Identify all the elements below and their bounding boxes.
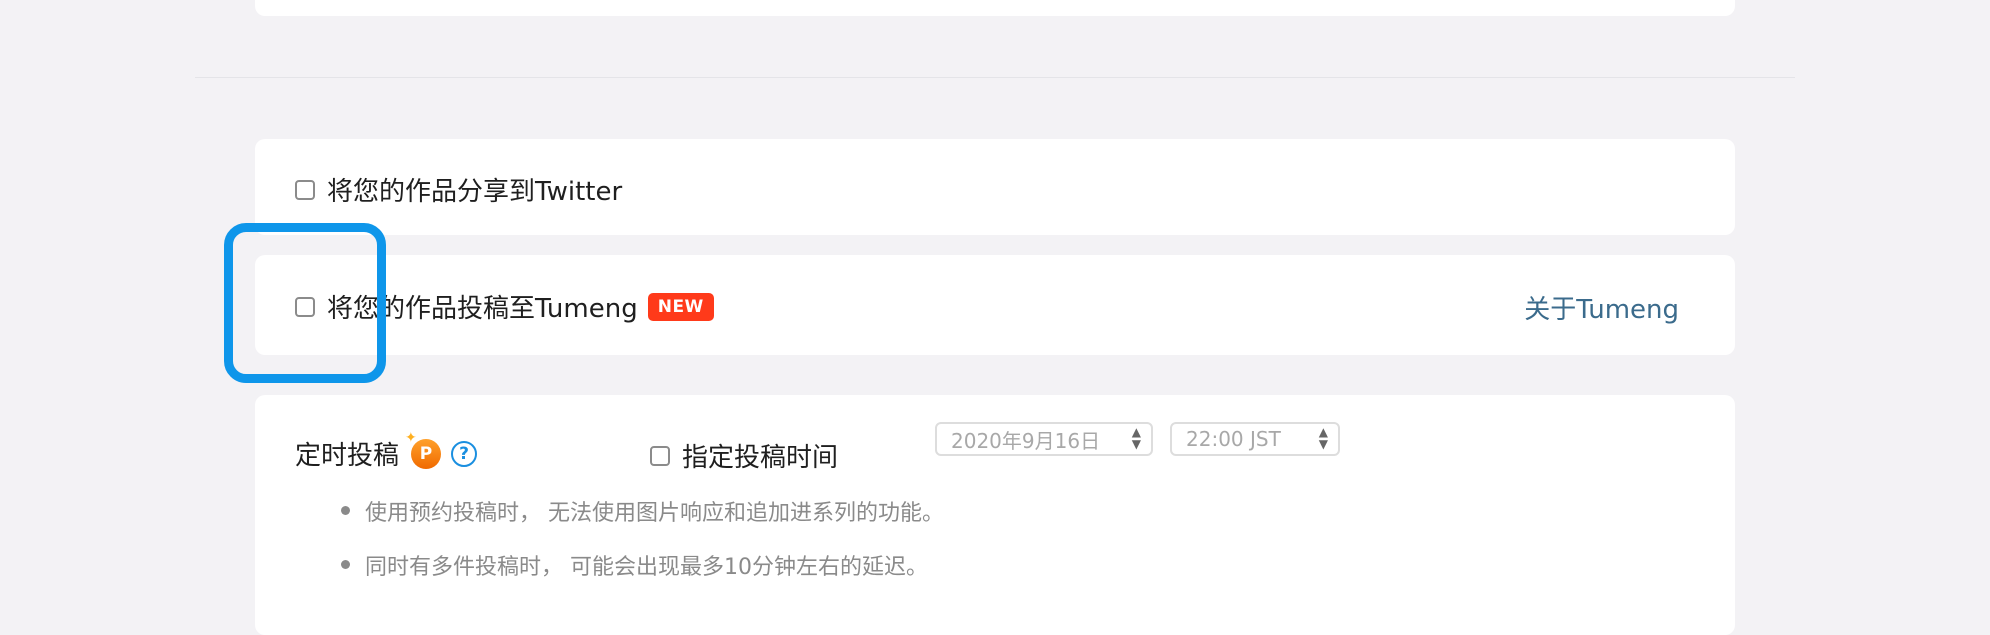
stepper-arrows-icon: ▲ ▼	[1131, 425, 1141, 451]
specify-time-checkbox[interactable]	[650, 445, 670, 466]
tumeng-submit-row: 将您的作品投稿至Tumeng NEW 关于Tumeng	[255, 255, 1735, 355]
tumeng-submit-option[interactable]: 将您的作品投稿至Tumeng NEW	[295, 288, 714, 325]
previous-section-card	[255, 0, 1735, 16]
twitter-share-checkbox[interactable]	[295, 179, 315, 200]
scheduled-post-heading: 定时投稿 ✦ P ?	[295, 430, 478, 472]
about-tumeng-link[interactable]: 关于Tumeng	[1524, 289, 1679, 326]
tumeng-submit-checkbox[interactable]	[295, 296, 315, 317]
specify-time-option[interactable]: 指定投稿时间	[650, 437, 838, 474]
sparkle-icon: ✦	[405, 429, 417, 446]
scheduled-post-section: 定时投稿 ✦ P ? 指定投稿时间 2020年9月16日 ▲ ▼ 22:00 JS…	[255, 395, 1735, 635]
new-badge: NEW	[647, 292, 714, 321]
scheduled-post-title: 定时投稿	[295, 441, 400, 471]
scheduled-post-notes: 使用预约投稿时， 无法使用图片响应和追加进系列的功能。 同时有多件投稿时， 可能…	[341, 495, 944, 603]
twitter-share-option[interactable]: 将您的作品分享到Twitter	[295, 171, 622, 208]
premium-icon: ✦ P	[405, 430, 442, 469]
note-item: 同时有多件投稿时， 可能会出现最多10分钟左右的延迟。	[341, 549, 944, 581]
time-select-value: 22:00 JST	[1186, 427, 1281, 451]
time-select[interactable]: 22:00 JST ▲ ▼	[1170, 422, 1340, 456]
section-divider	[195, 77, 1795, 78]
help-icon[interactable]: ?	[451, 440, 478, 467]
stepper-arrows-icon: ▲ ▼	[1318, 425, 1328, 451]
twitter-share-label: 将您的作品分享到Twitter	[327, 177, 623, 207]
twitter-share-row: 将您的作品分享到Twitter	[255, 139, 1735, 235]
note-item: 使用预约投稿时， 无法使用图片响应和追加进系列的功能。	[341, 495, 944, 527]
tumeng-submit-label: 将您的作品投稿至Tumeng	[327, 294, 638, 324]
date-select-value: 2020年9月16日	[951, 428, 1101, 453]
specify-time-label: 指定投稿时间	[682, 443, 839, 473]
date-select[interactable]: 2020年9月16日 ▲ ▼	[935, 422, 1153, 456]
